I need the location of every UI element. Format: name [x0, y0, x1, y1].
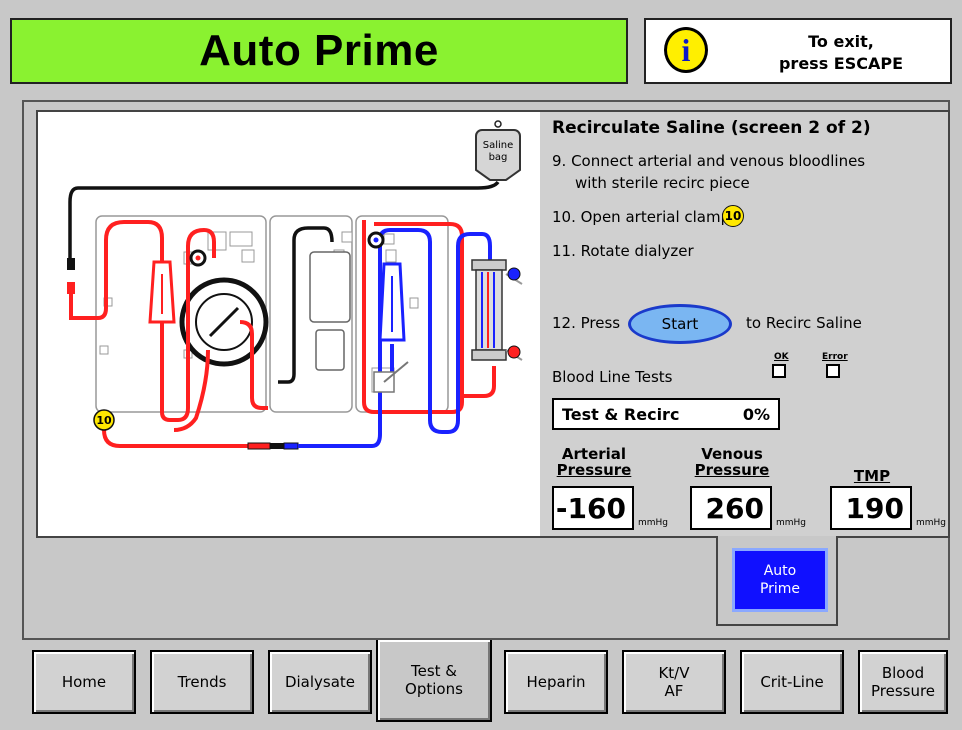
venous-pressure-value: 260	[690, 486, 772, 530]
ok-label: OK	[774, 352, 789, 362]
tmp-value: 190	[830, 486, 912, 530]
exit-info-box: i To exit, press ESCAPE	[644, 18, 952, 84]
step-10: 10. Open arterial clamp	[552, 208, 731, 226]
saline-bag-icon: Saline bag	[475, 120, 521, 181]
tab-blood-pressure[interactable]: Blood Pressure	[858, 650, 948, 714]
blood-line-tests-label: Blood Line Tests	[552, 368, 673, 386]
test-progress-box: Test & Recirc 0%	[552, 398, 780, 430]
tab-dialysate[interactable]: Dialysate	[268, 650, 372, 714]
tab-home[interactable]: Home	[32, 650, 136, 714]
progress-value: 0%	[742, 405, 770, 424]
page-title: Auto Prime	[199, 26, 439, 75]
arterial-pressure-unit: mmHg	[638, 518, 669, 528]
title-bar: Auto Prime	[10, 18, 628, 84]
instructions-title: Recirculate Saline (screen 2 of 2)	[552, 118, 871, 138]
venous-pressure-unit: mmHg	[776, 518, 807, 528]
ok-checkbox	[772, 364, 786, 378]
tab-crit-line[interactable]: Crit-Line	[740, 650, 844, 714]
arterial-clamp-marker-icon: 10	[93, 409, 115, 431]
error-checkbox	[826, 364, 840, 378]
dialyzer-icon	[471, 259, 523, 361]
saline-bag-label-2: bag	[489, 152, 508, 163]
step-11: 11. Rotate dialyzer	[552, 242, 694, 260]
step-9-line2: with sterile recirc piece	[575, 174, 750, 192]
info-icon: i	[664, 27, 708, 73]
venous-pressure-label: Venous Pressure	[694, 445, 770, 479]
auto-prime-button[interactable]: Auto Prime	[732, 548, 828, 612]
tab-ktv-af[interactable]: Kt/V AF	[622, 650, 726, 714]
clamp-marker-icon: 10	[722, 205, 744, 227]
step-9-line1: 9. Connect arterial and venous bloodline…	[552, 152, 866, 170]
tab-trends[interactable]: Trends	[150, 650, 254, 714]
start-button[interactable]: Start	[628, 304, 732, 344]
step-12-suffix: to Recirc Saline	[746, 314, 862, 332]
tmp-label: TMP	[853, 467, 891, 485]
exit-info-line1: To exit,	[808, 32, 874, 51]
saline-bag-label: Saline	[483, 140, 514, 151]
heparin-pump-icon	[309, 251, 351, 371]
step-12-prefix: 12. Press	[552, 314, 621, 332]
tmp-unit: mmHg	[916, 518, 947, 528]
exit-info-line2: press ESCAPE	[778, 54, 904, 73]
arterial-pressure-value: -160	[552, 486, 634, 530]
arterial-pressure-label: Arterial Pressure	[556, 445, 632, 479]
svg-text:10: 10	[96, 414, 112, 427]
tab-heparin[interactable]: Heparin	[504, 650, 608, 714]
arterial-drip-chamber-icon	[148, 260, 176, 324]
bloodline-diagram: Saline bag 10	[67, 120, 523, 450]
error-label: Error	[822, 352, 848, 362]
progress-label: Test & Recirc	[562, 405, 680, 424]
tab-test-options[interactable]: Test & Options	[376, 640, 492, 722]
